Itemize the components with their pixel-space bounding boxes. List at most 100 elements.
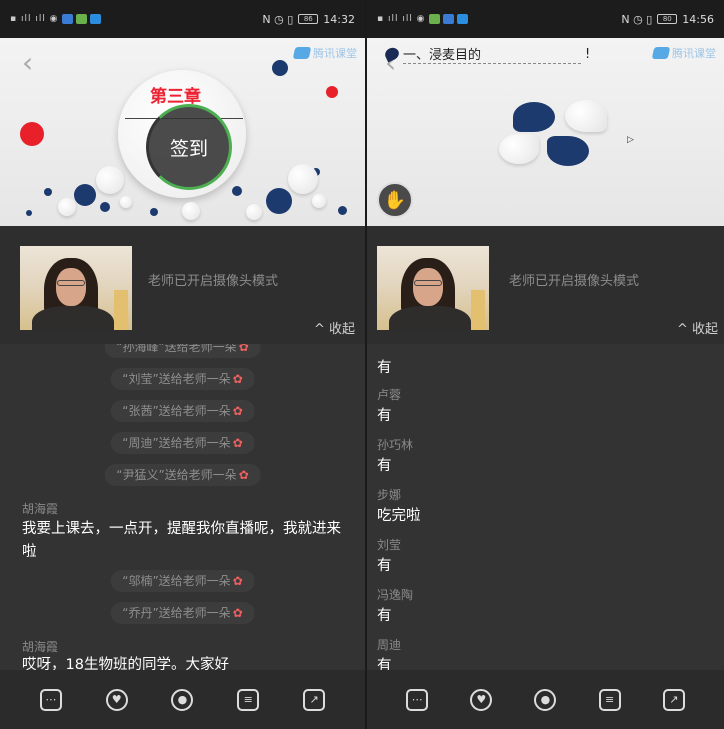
gift-icon[interactable]: ♥ <box>470 688 493 711</box>
image-notify-icon <box>456 14 468 24</box>
bottom-toolbar: ⋯ ♥ ● ≡ ↗ <box>367 670 724 729</box>
app-notify-icon <box>442 14 454 24</box>
slide-area: ‹ 一、浸麦目的 ! 腾讯课堂 ▷ ✋ <box>367 38 724 226</box>
signal-icons: ▪ ıll ıll ◉ <box>377 14 426 24</box>
decor-dot <box>326 86 338 98</box>
gift-notice: “尹猛义”送给老师一朵 ✿ <box>104 464 261 486</box>
comment-icon[interactable]: ⋯ <box>406 688 429 711</box>
decor-bubble <box>288 164 318 194</box>
right-phone-screen: ▪ ıll ıll ◉ N ◷ ▯ 80 14:56 ‹ 一、浸麦目的 ! 腾讯… <box>367 0 724 729</box>
chat-notify-icon <box>75 14 87 24</box>
image-notify-icon <box>89 14 101 24</box>
notes-icon[interactable]: ≡ <box>237 688 260 711</box>
decor-dot <box>272 60 288 76</box>
decor-dot <box>100 202 110 212</box>
answer-text: 吃完啦 <box>377 508 421 524</box>
gift-notice: “乔丹”送给老师一朵 ✿ <box>110 602 255 624</box>
answer-list: 有 卢蓉 有 孙巧林 有 步娜 吃完啦 刘莹 有 冯逸陶 有 周迪 有 <box>367 344 724 670</box>
brand-logo: 腾讯课堂 <box>292 45 357 61</box>
teacher-video[interactable] <box>377 246 489 330</box>
camera-status-text: 老师已开启摄像头模式 <box>509 274 640 289</box>
decor-dot <box>338 206 347 215</box>
answer-text: 有 <box>377 658 392 670</box>
chat-notify-icon <box>428 14 440 24</box>
camera-status-text: 老师已开启摄像头模式 <box>148 274 279 289</box>
message-text: 我要上课去，一点开，提醒我你直播呢，我就进来啦 <box>22 521 341 560</box>
notes-icon[interactable]: ≡ <box>598 688 621 711</box>
signal-icons: ▪ ıll ıll ◉ <box>10 14 59 24</box>
gift-notice: “孙海峰”送给老师一朵 ✿ <box>104 344 261 358</box>
pen-icon <box>383 45 401 63</box>
decor-bubble <box>120 196 132 208</box>
status-bar: ▪ ıll ıll ◉ N ◷ ▯ 80 14:56 <box>367 0 724 38</box>
answer-text: 有 <box>377 360 392 376</box>
slide-area: ‹ 腾讯课堂 第三章 签到 <box>0 38 365 226</box>
answer-text: 有 <box>377 558 392 574</box>
decor-dot <box>20 122 44 146</box>
decor-bubble <box>58 198 76 216</box>
comment-icon[interactable]: ⋯ <box>39 688 62 711</box>
answer-sender: 步娜 <box>377 488 402 502</box>
flower-icon: ✿ <box>232 436 243 450</box>
status-icons: N ◷ ▯ <box>262 12 294 26</box>
answer-sender: 刘莹 <box>377 538 402 552</box>
decor-bubble <box>312 194 326 208</box>
flower-icon: ✿ <box>232 404 243 418</box>
speech-bubble-icon <box>565 100 607 132</box>
battery-icon: 86 <box>298 14 319 24</box>
clock: 14:56 <box>682 12 714 26</box>
clock: 14:32 <box>323 12 355 26</box>
message-text: 哎呀，18生物班的同学。大家好 <box>22 657 229 670</box>
gift-notice: “张茜”送给老师一朵 ✿ <box>110 400 255 422</box>
collapse-button[interactable]: ^ 收起 <box>314 318 355 337</box>
speech-bubble-icon <box>547 136 589 166</box>
answer-sender: 卢蓉 <box>377 388 402 402</box>
signin-button[interactable]: 签到 <box>146 104 232 190</box>
flower-icon: ✿ <box>232 372 243 386</box>
message-sender: 胡海霞 <box>22 502 59 516</box>
decor-bubble <box>182 202 200 220</box>
chat-list: “孙海峰”送给老师一朵 ✿ “刘莹”送给老师一朵 ✿ “张茜”送给老师一朵 ✿ “周迪… <box>0 344 365 670</box>
share-icon[interactable]: ↗ <box>662 688 685 711</box>
screenshot-pair: ▪ ıll ıll ◉ N ◷ ▯ 86 14:32 ‹ 腾讯课堂 第三章 签到 <box>0 0 724 729</box>
answer-text: 有 <box>377 408 392 424</box>
status-bar: ▪ ıll ıll ◉ N ◷ ▯ 86 14:32 <box>0 0 365 38</box>
app-notify-icon <box>61 14 73 24</box>
answer-text: 有 <box>377 608 392 624</box>
teacher-video[interactable] <box>20 246 132 330</box>
decor-dot <box>150 208 158 216</box>
speech-bubble-icon <box>513 102 555 132</box>
answer-sender: 孙巧林 <box>377 438 414 452</box>
speech-bubble-icon <box>499 134 539 164</box>
share-icon[interactable]: ↗ <box>303 688 326 711</box>
battery-icon: 80 <box>657 14 678 24</box>
left-phone-screen: ▪ ıll ıll ◉ N ◷ ▯ 86 14:32 ‹ 腾讯课堂 第三章 签到 <box>0 0 365 729</box>
gift-icon[interactable]: ♥ <box>105 688 128 711</box>
answer-sender: 冯逸陶 <box>377 588 414 602</box>
record-icon[interactable]: ● <box>534 688 557 711</box>
answer-text: 有 <box>377 458 392 474</box>
flower-icon: ✿ <box>238 468 249 482</box>
message-sender: 胡海霞 <box>22 640 59 654</box>
decor-dot <box>232 186 242 196</box>
back-icon[interactable]: ‹ <box>22 46 33 79</box>
slide-title: 一、浸麦目的 ! <box>383 44 590 64</box>
gift-notice: “邬楠”送给老师一朵 ✿ <box>110 570 255 592</box>
decor-dot <box>44 188 52 196</box>
mouse-cursor-icon: ▷ <box>627 135 634 145</box>
collapse-button[interactable]: ^ 收起 <box>677 318 718 337</box>
bottom-toolbar: ⋯ ♥ ● ≡ ↗ <box>0 670 365 729</box>
brand-logo: 腾讯课堂 <box>651 45 716 61</box>
gift-notice: “周迪”送给老师一朵 ✿ <box>110 432 255 454</box>
answer-sender: 周迪 <box>377 638 402 652</box>
decor-bubble <box>246 204 262 220</box>
status-icons: N ◷ ▯ <box>621 12 653 26</box>
decor-dot <box>266 188 292 214</box>
decor-dot <box>74 184 96 206</box>
record-icon[interactable]: ● <box>171 688 194 711</box>
flower-icon: ✿ <box>232 606 243 620</box>
flower-icon: ✿ <box>232 574 243 588</box>
raise-hand-icon[interactable]: ✋ <box>377 182 413 218</box>
decor-dot <box>26 210 32 216</box>
gift-notice: “刘莹”送给老师一朵 ✿ <box>110 368 255 390</box>
